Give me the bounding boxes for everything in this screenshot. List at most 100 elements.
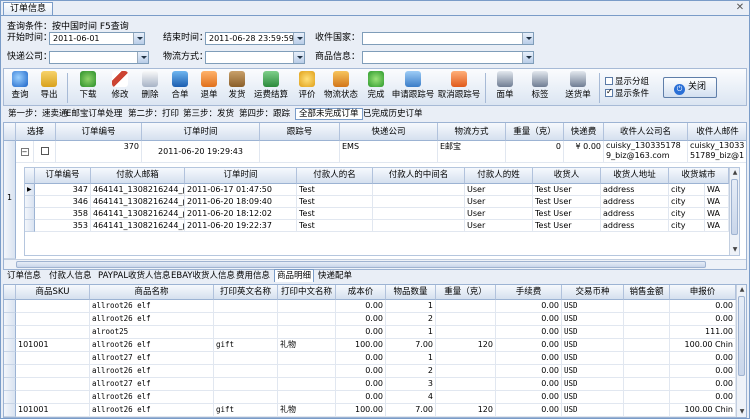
goods-row-header[interactable] bbox=[4, 326, 16, 339]
ship-button[interactable]: 发货 bbox=[224, 71, 250, 105]
return-button[interactable]: 退单 bbox=[196, 71, 222, 105]
search-button[interactable]: 查询 bbox=[7, 71, 33, 105]
col-header-recipient-email[interactable]: 收件人邮件 bbox=[688, 123, 746, 141]
col-header-express[interactable]: 快递公司 bbox=[340, 123, 438, 141]
scroll-up-icon[interactable]: ▲ bbox=[738, 286, 746, 294]
detail-vertical-scrollbar[interactable]: ▲ ▼ bbox=[729, 168, 739, 255]
download-button[interactable]: 下载 bbox=[75, 71, 101, 105]
waybill-print-button[interactable]: 面单 bbox=[489, 71, 521, 105]
step-print[interactable]: 第二步：打印 bbox=[125, 108, 182, 120]
col-header-consignee-address[interactable]: 收货人地址 bbox=[601, 168, 669, 184]
step-aliexpress[interactable]: 第一步：速卖通 bbox=[5, 108, 71, 120]
col-header-weight[interactable]: 重量（克） bbox=[436, 285, 496, 300]
logistics-status-button[interactable]: 物流状态 bbox=[322, 71, 360, 105]
scroll-down-icon[interactable]: ▼ bbox=[738, 408, 746, 416]
goods-row-header[interactable] bbox=[4, 378, 16, 391]
tracking-no[interactable] bbox=[260, 141, 340, 163]
col-header-sales-amount[interactable]: 销售金额 bbox=[624, 285, 670, 300]
tab-express-assign[interactable]: 快递配单 bbox=[316, 270, 354, 282]
col-header-order-time[interactable]: 订单时间 bbox=[185, 168, 297, 184]
col-header-declared-price[interactable]: 申报价 bbox=[670, 285, 736, 300]
goods-row-header[interactable] bbox=[4, 404, 16, 417]
show-filter-checkbox[interactable]: 显示条件 bbox=[605, 87, 649, 99]
col-header-handling-fee[interactable]: 手续费 bbox=[496, 285, 562, 300]
row-select-checkbox[interactable] bbox=[34, 141, 56, 163]
chevron-down-icon[interactable] bbox=[137, 52, 148, 63]
tab-ebay-consignee[interactable]: EBAY收货人信息 bbox=[169, 270, 237, 282]
step-eub-orders[interactable]: E邮宝订单处理 bbox=[63, 108, 125, 120]
detail-row-header[interactable]: ▶ bbox=[25, 184, 35, 196]
window-title-tab[interactable]: 订单信息 bbox=[3, 2, 54, 16]
chevron-down-icon[interactable] bbox=[133, 33, 144, 44]
scroll-thumb[interactable] bbox=[738, 296, 745, 376]
collapse-icon[interactable]: − bbox=[20, 148, 29, 156]
goods-row-header[interactable] bbox=[4, 339, 16, 352]
col-header-order-time[interactable]: 订单时间 bbox=[142, 123, 260, 141]
freight-button[interactable]: 运费结算 bbox=[252, 71, 290, 105]
export-button[interactable]: 导出 bbox=[36, 71, 62, 105]
col-header-order-no[interactable]: 订单编号 bbox=[56, 123, 142, 141]
complete-button[interactable]: 完成 bbox=[363, 71, 389, 105]
goods-row-header[interactable] bbox=[4, 300, 16, 313]
orders-horizontal-scrollbar[interactable] bbox=[4, 259, 746, 269]
scroll-thumb[interactable] bbox=[731, 179, 738, 235]
col-header-print-en-name[interactable]: 打印英文名称 bbox=[214, 285, 278, 300]
tab-incomplete-orders[interactable]: 全部未完成订单 bbox=[295, 108, 363, 120]
tab-order-info[interactable]: 订单信息 bbox=[5, 270, 43, 282]
detail-row-header[interactable] bbox=[25, 220, 35, 232]
col-header-goods-name[interactable]: 商品名称 bbox=[90, 285, 214, 300]
col-header-consignee[interactable]: 收货人 bbox=[533, 168, 601, 184]
step-track[interactable]: 第四步：跟踪 bbox=[236, 108, 293, 120]
rate-button[interactable]: 评价 bbox=[294, 71, 320, 105]
chevron-down-icon[interactable] bbox=[293, 52, 304, 63]
goods-row-header[interactable] bbox=[4, 352, 16, 365]
col-header-recipient-company[interactable]: 收件人公司名 bbox=[604, 123, 688, 141]
col-header-cost[interactable]: 成本价 bbox=[336, 285, 386, 300]
col-header-order-no[interactable]: 订单编号 bbox=[35, 168, 91, 184]
tab-paypal-consignee[interactable]: PAYPAL收货人信息 bbox=[96, 270, 173, 282]
col-header-currency[interactable]: 交易币种 bbox=[562, 285, 624, 300]
delete-button[interactable]: 删除 bbox=[137, 71, 163, 105]
tab-payer-info[interactable]: 付款人信息 bbox=[47, 270, 94, 282]
col-header-print-cn-name[interactable]: 打印中文名称 bbox=[278, 285, 336, 300]
col-header-payer-first-name[interactable]: 付款人的名 bbox=[297, 168, 373, 184]
row-header[interactable]: 1 bbox=[4, 141, 16, 259]
col-header-logistics[interactable]: 物流方式 bbox=[438, 123, 506, 141]
col-header-payer-last-name[interactable]: 付款人的姓 bbox=[465, 168, 533, 184]
expand-toggle[interactable]: − bbox=[16, 141, 34, 163]
close-icon[interactable]: ✕ bbox=[735, 3, 745, 13]
goods-row-header[interactable] bbox=[4, 365, 16, 378]
end-time-input[interactable]: 2011-06-28 23:59:59 bbox=[205, 32, 305, 45]
goods-vertical-scrollbar[interactable]: ▲ ▼ bbox=[736, 285, 746, 417]
tab-completed-orders[interactable]: 已完成历史订单 bbox=[360, 108, 426, 120]
goods-row-header[interactable] bbox=[4, 313, 16, 326]
chevron-down-icon[interactable] bbox=[293, 33, 304, 44]
tab-goods-detail[interactable]: 商品明细 bbox=[274, 269, 315, 282]
col-header-fee[interactable]: 快递费 bbox=[564, 123, 604, 141]
tab-fee-info[interactable]: 费用信息 bbox=[234, 270, 272, 282]
delivery-note-print-button[interactable]: 送货单 bbox=[561, 71, 595, 105]
col-header-payer-middle-name[interactable]: 付款人的中间名 bbox=[373, 168, 465, 184]
col-header-sku[interactable]: 商品SKU bbox=[16, 285, 90, 300]
scroll-thumb[interactable] bbox=[16, 261, 706, 268]
apply-tracking-button[interactable]: 申请跟踪号 bbox=[391, 71, 435, 105]
col-header-payer-email[interactable]: 付款人邮箱 bbox=[91, 168, 185, 184]
show-group-checkbox[interactable]: 显示分组 bbox=[605, 77, 649, 87]
goods-row-header[interactable] bbox=[4, 391, 16, 404]
scroll-down-icon[interactable]: ▼ bbox=[731, 246, 739, 254]
step-ship[interactable]: 第三步：发货 bbox=[180, 108, 237, 120]
cancel-tracking-button[interactable]: 取消跟踪号 bbox=[436, 71, 482, 105]
col-header-consignee-city[interactable]: 收货城市 bbox=[669, 168, 729, 184]
edit-button[interactable]: 修改 bbox=[107, 71, 133, 105]
col-header-weight[interactable]: 重量（克） bbox=[506, 123, 564, 141]
goods-info-select[interactable] bbox=[362, 51, 534, 64]
detail-row-header[interactable] bbox=[25, 208, 35, 220]
col-header-tracking-no[interactable]: 跟踪号 bbox=[260, 123, 340, 141]
col-header-select[interactable]: 选择 bbox=[16, 123, 56, 141]
express-select[interactable] bbox=[49, 51, 149, 64]
chevron-down-icon[interactable] bbox=[522, 52, 533, 63]
detail-row-header[interactable] bbox=[25, 196, 35, 208]
col-header-quantity[interactable]: 物品数量 bbox=[386, 285, 436, 300]
country-select[interactable] bbox=[362, 32, 534, 45]
scroll-up-icon[interactable]: ▲ bbox=[731, 169, 739, 177]
